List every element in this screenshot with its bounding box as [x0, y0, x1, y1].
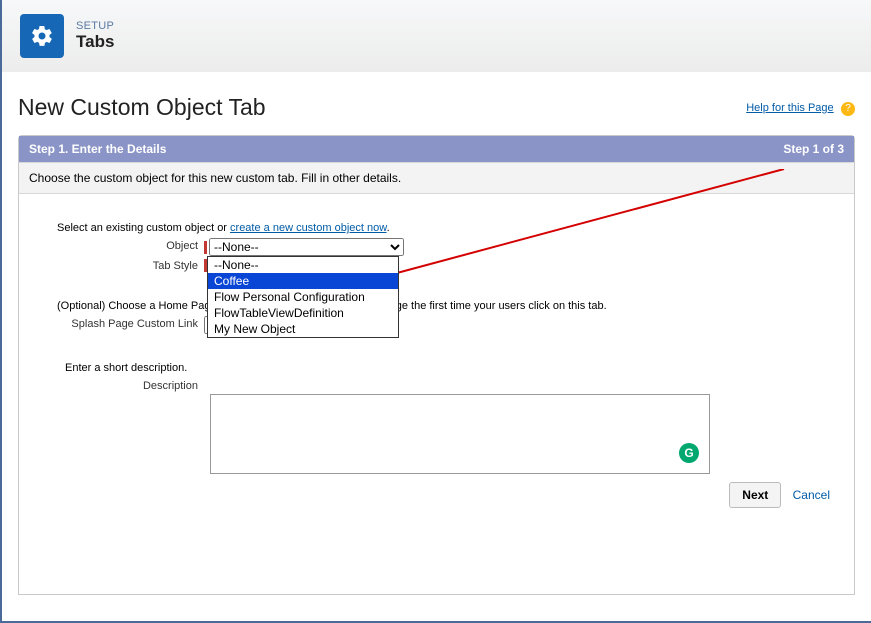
object-dropdown-list: --None--CoffeeFlow Personal Configuratio…	[207, 256, 399, 338]
grammarly-icon: G	[679, 443, 699, 463]
step-indicator: Step 1 of 3	[783, 142, 844, 156]
setup-header-bar: SETUP Tabs	[2, 0, 871, 72]
create-new-object-link[interactable]: create a new custom object now	[230, 222, 387, 234]
splash-intro: (Optional) Choose a Home Page Custom Lin…	[57, 300, 844, 312]
step-subtitle: Choose the custom object for this new cu…	[19, 162, 854, 194]
next-button[interactable]: Next	[729, 482, 781, 508]
step-header: Step 1. Enter the Details Step 1 of 3	[19, 136, 854, 162]
object-label: Object	[29, 238, 204, 256]
object-option[interactable]: Coffee	[208, 273, 398, 289]
gear-icon	[20, 14, 64, 58]
splash-link-label: Splash Page Custom Link	[29, 316, 204, 334]
setup-label: SETUP	[76, 20, 114, 32]
object-option[interactable]: Flow Personal Configuration	[208, 289, 398, 305]
description-label: Description	[29, 378, 204, 392]
description-intro: Enter a short description.	[65, 362, 844, 374]
object-option[interactable]: FlowTableViewDefinition	[208, 305, 398, 321]
help-link[interactable]: Help for this Page	[746, 102, 833, 114]
cancel-button[interactable]: Cancel	[793, 488, 830, 502]
description-textarea[interactable]: G	[210, 394, 710, 474]
step-title-left: Step 1. Enter the Details	[29, 142, 166, 156]
page-title: New Custom Object Tab	[18, 94, 266, 121]
object-option[interactable]: My New Object	[208, 321, 398, 337]
help-icon[interactable]: ?	[841, 102, 855, 116]
object-option[interactable]: --None--	[208, 257, 398, 273]
tabs-title: Tabs	[76, 32, 114, 52]
select-object-intro: Select an existing custom object or crea…	[57, 222, 844, 234]
tab-style-label: Tab Style	[29, 258, 204, 272]
object-select[interactable]: --None--	[209, 238, 404, 256]
